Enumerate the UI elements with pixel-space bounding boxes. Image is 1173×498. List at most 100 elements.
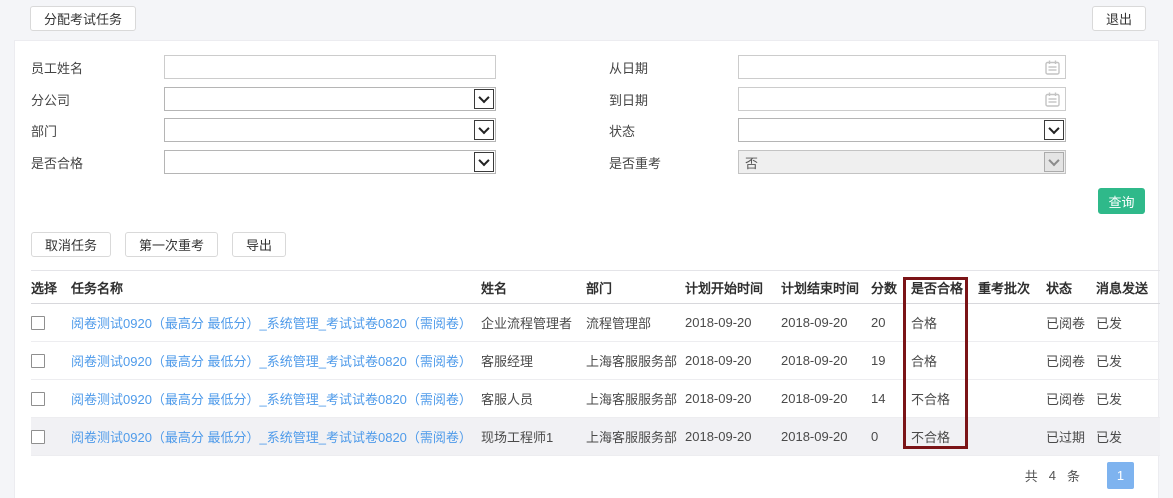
from-date-input[interactable] [738, 55, 1066, 79]
table-body: 阅卷测试0920（最高分 最低分）_系统管理_考试试卷0820（需阅卷） 企业流… [31, 304, 1160, 456]
pagination: 共 4 条 1 [1025, 462, 1134, 489]
filter-row-status: 状态 [609, 118, 1066, 142]
calendar-icon [1045, 60, 1060, 75]
cell-retake-batch [978, 380, 1046, 418]
filter-row-to-date: 到日期 [609, 87, 1066, 111]
to-date-label: 到日期 [609, 92, 649, 108]
column-header: 计划结束时间 [781, 280, 860, 296]
cell-plan-start: 2018-09-20 [685, 429, 752, 444]
filter-row-employee-name: 员工姓名 [31, 55, 496, 79]
cell-score: 20 [871, 315, 886, 330]
cell-pass: 不合格 [911, 430, 951, 445]
column-header: 部门 [586, 280, 613, 296]
main-panel: 员工姓名 分公司 部门 是否合格 从日期 到日期 状态 是否重考 否 查询 取消… [14, 40, 1160, 498]
cell-plan-end: 2018-09-20 [781, 391, 848, 406]
cell-pass: 合格 [911, 316, 938, 331]
cell-plan-end: 2018-09-20 [781, 353, 848, 368]
cell-score: 14 [871, 391, 886, 406]
table-row: 阅卷测试0920（最高分 最低分）_系统管理_考试试卷0820（需阅卷） 现场工… [31, 417, 1160, 456]
branch-select[interactable] [164, 87, 496, 111]
chevron-down-icon[interactable] [474, 152, 494, 172]
column-header: 是否合格 [911, 280, 964, 296]
table-row: 阅卷测试0920（最高分 最低分）_系统管理_考试试卷0820（需阅卷） 客服经… [31, 342, 1160, 380]
column-header: 重考批次 [978, 280, 1031, 296]
status-label: 状态 [609, 123, 636, 139]
cell-pass: 合格 [911, 354, 938, 369]
page-button-1[interactable]: 1 [1107, 462, 1134, 489]
export-button[interactable]: 导出 [232, 232, 287, 257]
pass-label: 是否合格 [31, 155, 84, 171]
cell-department: 上海客服服务部 [586, 392, 678, 407]
total-count: 4 [1048, 468, 1056, 483]
cell-status: 已阅卷 [1046, 354, 1086, 369]
cell-pass: 不合格 [911, 392, 951, 407]
column-header: 选择 [31, 280, 58, 296]
filter-row-branch: 分公司 [31, 87, 496, 111]
employee-name-label: 员工姓名 [31, 60, 84, 76]
row-checkbox[interactable] [31, 354, 45, 369]
filter-row-pass: 是否合格 [31, 150, 496, 174]
column-header: 姓名 [481, 280, 508, 296]
cell-score: 0 [871, 429, 879, 444]
cell-status: 已阅卷 [1046, 316, 1086, 331]
cell-retake-batch [978, 342, 1046, 380]
cell-plan-end: 2018-09-20 [781, 315, 848, 330]
to-date-input[interactable] [738, 87, 1066, 111]
cell-department: 上海客服服务部 [586, 430, 678, 445]
cell-message-sent: 已发 [1096, 316, 1123, 331]
retake-label: 是否重考 [609, 155, 662, 171]
total-prefix: 共 [1024, 469, 1038, 484]
chevron-down-icon [1044, 152, 1064, 172]
logout-button[interactable]: 退出 [1091, 6, 1146, 31]
filter-row-department: 部门 [31, 118, 496, 142]
retake-select-value: 否 [745, 155, 759, 171]
department-select[interactable] [164, 118, 496, 142]
from-date-label: 从日期 [609, 60, 649, 76]
cell-status: 已过期 [1046, 430, 1086, 445]
cell-plan-end: 2018-09-20 [781, 429, 848, 444]
table-row: 阅卷测试0920（最高分 最低分）_系统管理_考试试卷0820（需阅卷） 客服人… [31, 380, 1160, 418]
task-name-link[interactable]: 阅卷测试0920（最高分 最低分）_系统管理_考试试卷0820（需阅卷） [71, 430, 472, 445]
column-header: 状态 [1046, 280, 1073, 296]
status-select[interactable] [738, 118, 1066, 142]
column-header: 计划开始时间 [685, 280, 764, 296]
search-button[interactable]: 查询 [1098, 188, 1145, 214]
task-name-link[interactable]: 阅卷测试0920（最高分 最低分）_系统管理_考试试卷0820（需阅卷） [71, 392, 472, 407]
employee-name-input[interactable] [164, 55, 496, 79]
cell-employee-name: 客服人员 [481, 392, 534, 407]
chevron-down-icon[interactable] [474, 120, 494, 140]
pass-select[interactable] [164, 150, 496, 174]
filter-row-retake: 是否重考 否 [609, 150, 1066, 174]
toolbar: 取消任务 第一次重考 导出 [31, 232, 287, 257]
total-suffix: 条 [1066, 469, 1080, 484]
column-header: 任务名称 [71, 280, 124, 296]
cell-score: 19 [871, 353, 886, 368]
results-table: 选择 任务名称 姓名 部门 计划开始时间 计划结束时间 分数 是否合格 重考批次 状态 消息发送 阅… [31, 270, 1160, 456]
cell-employee-name: 现场工程师1 [481, 430, 554, 445]
assign-exam-task-button[interactable]: 分配考试任务 [30, 6, 137, 31]
cell-plan-start: 2018-09-20 [685, 315, 752, 330]
chevron-down-icon[interactable] [1044, 120, 1064, 140]
filter-row-from-date: 从日期 [609, 55, 1066, 79]
cell-plan-start: 2018-09-20 [685, 391, 752, 406]
cell-retake-batch [978, 304, 1046, 342]
task-name-link[interactable]: 阅卷测试0920（最高分 最低分）_系统管理_考试试卷0820（需阅卷） [71, 316, 472, 331]
column-header: 消息发送 [1096, 280, 1149, 296]
cancel-task-button[interactable]: 取消任务 [31, 232, 112, 257]
branch-label: 分公司 [31, 92, 71, 108]
row-checkbox[interactable] [31, 316, 45, 331]
cell-employee-name: 企业流程管理者 [481, 316, 573, 331]
cell-status: 已阅卷 [1046, 392, 1086, 407]
cell-message-sent: 已发 [1096, 430, 1123, 445]
retake-select[interactable]: 否 [738, 150, 1066, 174]
table-header-row: 选择 任务名称 姓名 部门 计划开始时间 计划结束时间 分数 是否合格 重考批次 状态 消息发送 [31, 270, 1160, 304]
row-checkbox[interactable] [31, 392, 45, 407]
cell-message-sent: 已发 [1096, 392, 1123, 407]
chevron-down-icon[interactable] [474, 89, 494, 109]
task-name-link[interactable]: 阅卷测试0920（最高分 最低分）_系统管理_考试试卷0820（需阅卷） [71, 354, 472, 369]
row-checkbox[interactable] [31, 430, 45, 445]
first-retake-button[interactable]: 第一次重考 [125, 232, 219, 257]
department-label: 部门 [31, 123, 58, 139]
cell-employee-name: 客服经理 [481, 354, 534, 369]
calendar-icon [1045, 92, 1060, 107]
